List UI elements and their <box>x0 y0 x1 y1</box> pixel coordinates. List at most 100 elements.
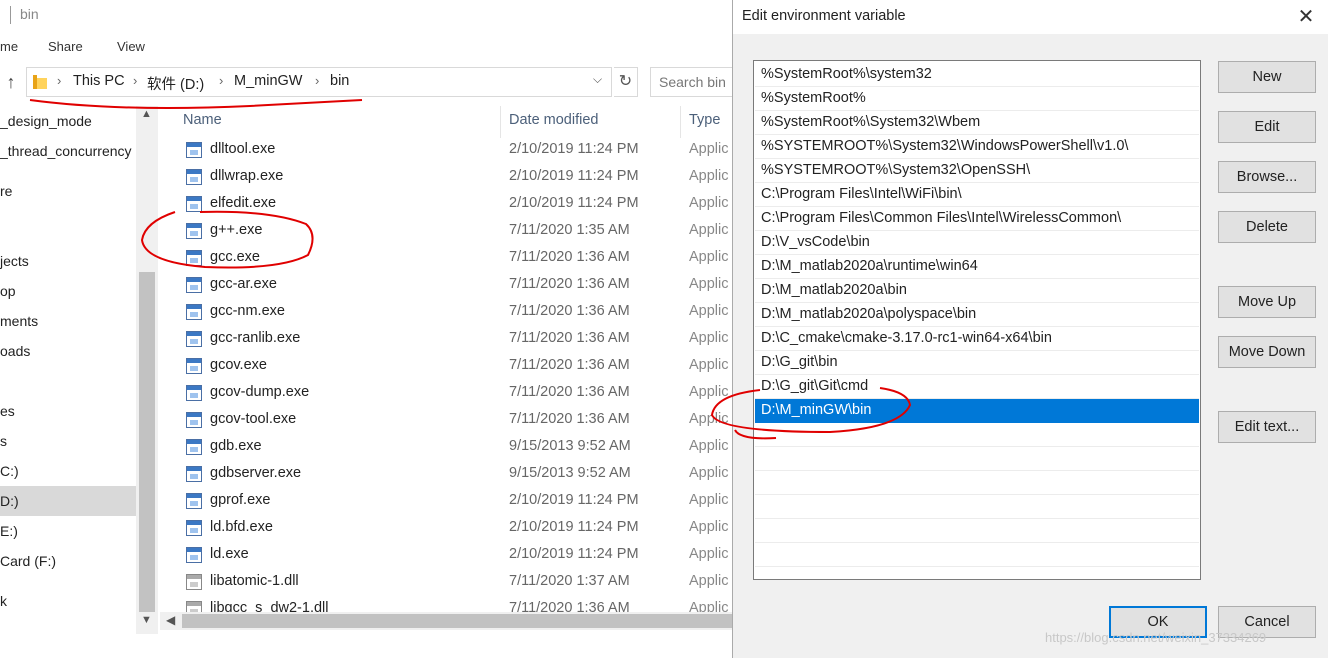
file-row[interactable]: gcc-ranlib.exe 7/11/2020 1:36 AM Applic <box>180 327 732 354</box>
nav-item[interactable]: jects <box>0 246 136 276</box>
path-text: D:\M_minGW\bin <box>761 402 872 418</box>
edit-text-button[interactable]: Edit text... <box>1218 411 1316 443</box>
column-divider[interactable] <box>680 106 681 138</box>
nav-item[interactable]: ments <box>0 306 136 336</box>
file-row[interactable]: g++.exe 7/11/2020 1:35 AM Applic <box>180 219 732 246</box>
horizontal-scrollbar[interactable]: ◀ <box>160 612 732 630</box>
file-row[interactable]: gdbserver.exe 9/15/2013 9:52 AM Applic <box>180 462 732 489</box>
path-text: D:\M_matlab2020a\bin <box>761 282 907 298</box>
path-list-item[interactable]: %SystemRoot%\System32\Wbem <box>755 111 1199 135</box>
path-text: D:\V_vsCode\bin <box>761 234 870 250</box>
path-list-empty-row[interactable] <box>755 447 1199 471</box>
nav-item[interactable]: op <box>0 276 136 306</box>
file-row[interactable]: gcov.exe 7/11/2020 1:36 AM Applic <box>180 354 732 381</box>
file-row[interactable]: dlltool.exe 2/10/2019 11:24 PM Applic <box>180 138 732 165</box>
file-date: 7/11/2020 1:36 AM <box>509 411 630 427</box>
file-row[interactable]: gprof.exe 2/10/2019 11:24 PM Applic <box>180 489 732 516</box>
file-row[interactable]: ld.exe 2/10/2019 11:24 PM Applic <box>180 543 732 570</box>
file-row[interactable]: gcc.exe 7/11/2020 1:36 AM Applic <box>180 246 732 273</box>
path-list-item[interactable]: D:\C_cmake\cmake-3.17.0-rc1-win64-x64\bi… <box>755 327 1199 351</box>
explorer-title-bar: bin <box>0 0 732 30</box>
path-list-empty-row[interactable] <box>755 495 1199 519</box>
chevron-down-icon[interactable]: ▼ <box>141 614 152 626</box>
edit-button[interactable]: Edit <box>1218 111 1316 143</box>
path-list-item[interactable]: D:\G_git\bin <box>755 351 1199 375</box>
nav-item[interactable]: es <box>0 396 136 426</box>
file-row[interactable]: gdb.exe 9/15/2013 9:52 AM Applic <box>180 435 732 462</box>
dll-file-icon <box>186 601 202 612</box>
nav-item[interactable]: s <box>0 426 136 456</box>
move-down-button[interactable]: Move Down <box>1218 336 1316 368</box>
address-bar[interactable]: › This PC › 软件 (D:) › M_minGW › bin ⌵ <box>26 67 612 97</box>
path-list-item-selected[interactable]: D:\M_minGW\bin <box>755 399 1199 423</box>
file-row[interactable]: dllwrap.exe 2/10/2019 11:24 PM Applic <box>180 165 732 192</box>
path-list-item[interactable]: D:\M_matlab2020a\bin <box>755 279 1199 303</box>
path-list-item[interactable]: C:\Program Files\Intel\WiFi\bin\ <box>755 183 1199 207</box>
folder-icon <box>33 75 47 89</box>
file-row[interactable]: ld.bfd.exe 2/10/2019 11:24 PM Applic <box>180 516 732 543</box>
chevron-left-icon[interactable]: ◀ <box>166 613 175 627</box>
nav-item[interactable]: k <box>0 586 136 616</box>
path-list-empty-row[interactable] <box>755 471 1199 495</box>
browse-button[interactable]: Browse... <box>1218 161 1316 193</box>
breadcrumb-bin[interactable]: bin <box>330 73 349 89</box>
nav-item-drive-d[interactable]: D:) <box>0 486 136 516</box>
file-type: Applic <box>689 519 729 535</box>
nav-item-drive-f[interactable]: Card (F:) <box>0 546 136 576</box>
nav-item[interactable]: _thread_concurrency <box>0 136 136 166</box>
ribbon-tab-share[interactable]: Share <box>48 39 83 54</box>
path-list-item[interactable]: D:\V_vsCode\bin <box>755 231 1199 255</box>
path-list-item[interactable]: %SystemRoot% <box>755 87 1199 111</box>
ribbon-tab-home[interactable]: me <box>0 39 18 54</box>
path-list-item[interactable]: C:\Program Files\Common Files\Intel\Wire… <box>755 207 1199 231</box>
breadcrumb-mingw[interactable]: M_minGW <box>234 73 302 89</box>
delete-button[interactable]: Delete <box>1218 211 1316 243</box>
ribbon-tab-view[interactable]: View <box>117 39 145 54</box>
file-row[interactable]: gcc-nm.exe 7/11/2020 1:36 AM Applic <box>180 300 732 327</box>
file-row[interactable]: gcov-dump.exe 7/11/2020 1:36 AM Applic <box>180 381 732 408</box>
file-row[interactable]: libgcc_s_dw2-1.dll 7/11/2020 1:36 AM Appli… <box>180 597 732 612</box>
close-icon[interactable]: ✕ <box>1293 4 1319 30</box>
exe-file-icon <box>186 358 202 374</box>
path-list-item[interactable]: %SYSTEMROOT%\System32\WindowsPowerShell\… <box>755 135 1199 159</box>
nav-item[interactable]: re <box>0 176 136 206</box>
move-up-button[interactable]: Move Up <box>1218 286 1316 318</box>
scroll-thumb[interactable] <box>182 614 732 628</box>
path-text: C:\Program Files\Common Files\Intel\Wire… <box>761 210 1122 226</box>
scroll-thumb[interactable] <box>139 272 155 612</box>
file-row[interactable]: libatomic-1.dll 7/11/2020 1:37 AM Applic <box>180 570 732 597</box>
file-row[interactable]: gcov-tool.exe 7/11/2020 1:36 AM Applic <box>180 408 732 435</box>
new-button[interactable]: New <box>1218 61 1316 93</box>
path-list-empty-row[interactable] <box>755 519 1199 543</box>
file-row[interactable]: gcc-ar.exe 7/11/2020 1:36 AM Applic <box>180 273 732 300</box>
path-list-item[interactable]: %SystemRoot%\system32 <box>755 63 1199 87</box>
path-list-empty-row[interactable] <box>755 423 1199 447</box>
path-list-item[interactable]: %SYSTEMROOT%\System32\OpenSSH\ <box>755 159 1199 183</box>
path-list-item[interactable]: D:\G_git\Git\cmd <box>755 375 1199 399</box>
breadcrumb-drive-d[interactable]: 软件 (D:) <box>147 73 204 94</box>
refresh-icon[interactable]: ↻ <box>614 67 638 97</box>
title-separator <box>10 6 11 24</box>
path-list-item[interactable]: D:\M_matlab2020a\runtime\win64 <box>755 255 1199 279</box>
nav-scrollbar[interactable]: ▲ ▼ <box>136 106 158 634</box>
breadcrumb-this-pc[interactable]: This PC <box>73 73 125 89</box>
path-list-item[interactable]: D:\M_matlab2020a\polyspace\bin <box>755 303 1199 327</box>
file-type: Applic <box>689 195 729 211</box>
nav-item[interactable]: _design_mode <box>0 106 136 136</box>
column-header-date[interactable]: Date modified <box>509 112 598 128</box>
nav-item[interactable]: oads <box>0 336 136 366</box>
up-arrow-icon[interactable]: ↑ <box>2 70 20 94</box>
file-date: 2/10/2019 11:24 PM <box>509 519 639 535</box>
column-divider[interactable] <box>500 106 501 138</box>
file-row[interactable]: elfedit.exe 2/10/2019 11:24 PM Applic <box>180 192 732 219</box>
search-input[interactable]: Search bin <box>650 67 732 97</box>
path-text: D:\C_cmake\cmake-3.17.0-rc1-win64-x64\bi… <box>761 330 1052 346</box>
column-header-name[interactable]: Name <box>183 112 222 128</box>
exe-file-icon <box>186 412 202 428</box>
nav-item-drive-e[interactable]: E:) <box>0 516 136 546</box>
chevron-up-icon[interactable]: ▲ <box>141 108 152 120</box>
nav-item-drive-c[interactable]: C:) <box>0 456 136 486</box>
column-header-type[interactable]: Type <box>689 112 720 128</box>
path-list-empty-row[interactable] <box>755 543 1199 567</box>
chevron-down-icon[interactable]: ⌵ <box>593 72 602 87</box>
